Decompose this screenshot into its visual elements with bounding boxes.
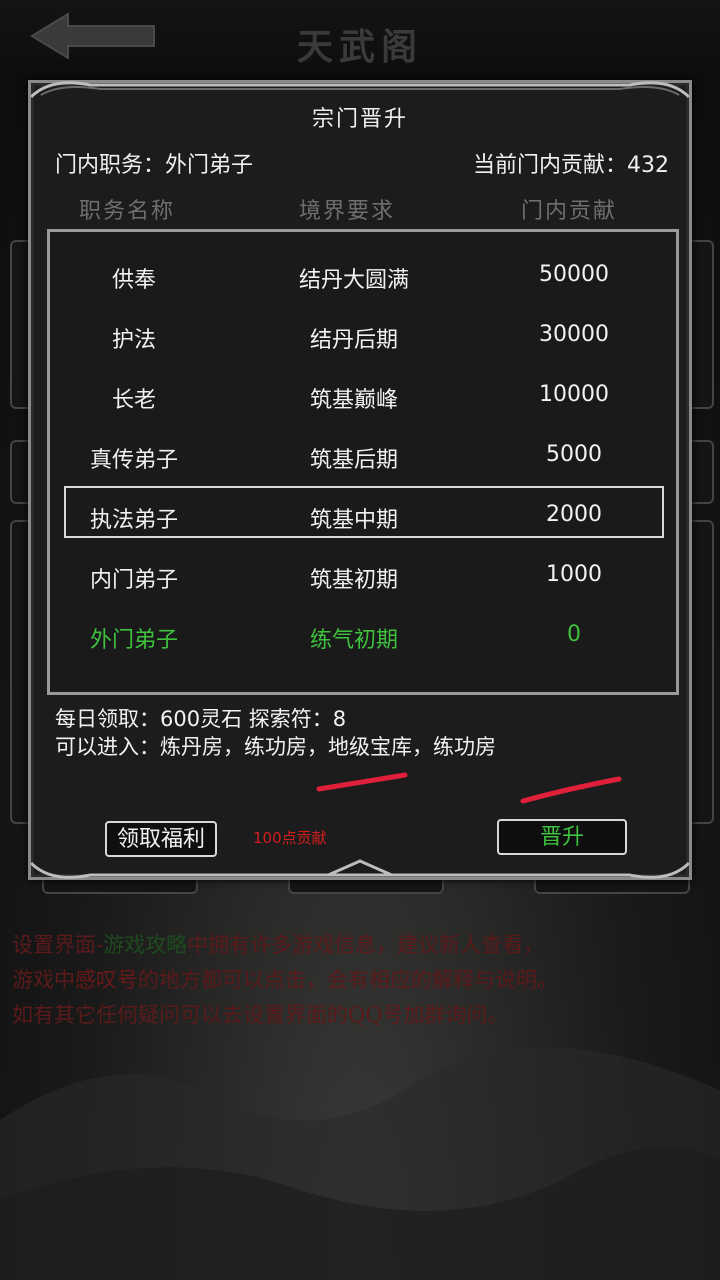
current-contribution: 当前门内贡献：432 [473, 153, 669, 178]
rank-contribution: 0 [567, 622, 581, 647]
rank-realm: 结丹后期 [309, 328, 399, 353]
dialog-title: 宗门晋升 [311, 107, 408, 132]
rank-contribution: 5000 [546, 442, 602, 467]
column-header-name: 职务名称 [79, 199, 176, 224]
page-title: 天武阁 [296, 26, 423, 68]
table-row[interactable]: 内门弟子 筑基初期 1000 [50, 548, 676, 600]
table-row[interactable]: 护法 结丹后期 30000 [50, 308, 676, 360]
cost-text: 100点贡献 [253, 829, 327, 847]
current-position: 门内职务：外门弟子 [55, 153, 254, 178]
table-row-selected[interactable]: 执法弟子 筑基中期 2000 [64, 486, 664, 538]
sect-promotion-dialog: 宗门晋升 门内职务：外门弟子 当前门内贡献：432 职务名称 境界要求 门内贡献… [28, 80, 692, 880]
rank-name: 长老 [111, 388, 157, 413]
table-row[interactable]: 真传弟子 筑基后期 5000 [50, 428, 676, 480]
accessible-rooms: 可以进入：炼丹房，练功房，地级宝库，练功房 [55, 735, 496, 759]
rank-name: 真传弟子 [89, 448, 179, 473]
table-row[interactable]: 供奉 结丹大圆满 50000 [50, 248, 676, 300]
daily-reward: 每日领取：600灵石 探索符：8 [55, 707, 347, 731]
column-header-contribution: 门内贡献 [521, 199, 618, 224]
red-underline-mark [520, 776, 622, 804]
background-landscape [0, 1047, 720, 1280]
rank-realm: 筑基巅峰 [309, 388, 399, 413]
rank-table: 供奉 结丹大圆满 50000 护法 结丹后期 30000 长老 筑基巅峰 100… [47, 229, 679, 695]
frame-ornament [31, 859, 689, 879]
rank-contribution: 50000 [539, 262, 609, 287]
rank-contribution: 10000 [539, 382, 609, 407]
table-row[interactable]: 长老 筑基巅峰 10000 [50, 368, 676, 420]
claim-benefits-button[interactable]: 领取福利 [105, 821, 217, 857]
table-row-current[interactable]: 外门弟子 练气初期 0 [50, 608, 676, 660]
rank-realm: 筑基初期 [309, 568, 399, 593]
rank-name: 执法弟子 [89, 508, 179, 533]
rank-name: 护法 [111, 328, 157, 353]
column-header-realm: 境界要求 [299, 199, 396, 224]
rank-contribution: 1000 [546, 562, 602, 587]
rank-name: 供奉 [111, 268, 157, 293]
promote-button[interactable]: 晋升 [497, 819, 627, 855]
rank-realm: 练气初期 [309, 628, 399, 653]
rank-name: 外门弟子 [89, 628, 179, 653]
frame-ornament [31, 81, 689, 99]
rank-realm: 结丹大圆满 [298, 268, 410, 293]
rank-realm: 筑基中期 [309, 508, 399, 533]
rank-name: 内门弟子 [89, 568, 179, 593]
rank-contribution: 30000 [539, 322, 609, 347]
red-underline-mark [316, 772, 408, 792]
rank-realm: 筑基后期 [309, 448, 399, 473]
rank-contribution: 2000 [546, 502, 602, 527]
top-bar: 天武阁 [0, 0, 720, 80]
